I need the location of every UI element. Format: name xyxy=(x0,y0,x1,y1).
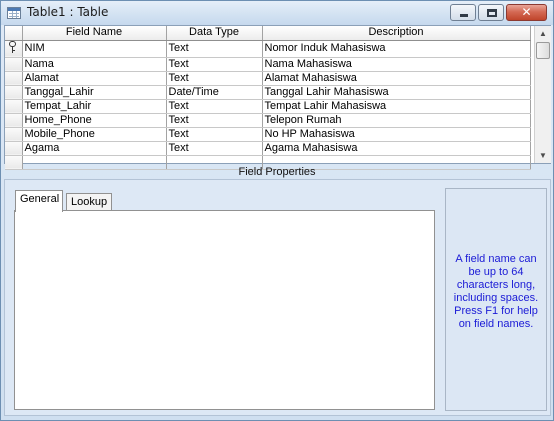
title-bar[interactable]: Table1 : Table ✕ xyxy=(1,1,553,25)
table-row[interactable]: Nama Text Nama Mahasiswa xyxy=(5,57,531,72)
scroll-down-arrow-icon[interactable]: ▼ xyxy=(535,148,551,163)
general-properties-box xyxy=(14,210,435,410)
field-properties-panel: General Lookup A field name can be up to… xyxy=(4,179,551,416)
window-title: Table1 : Table xyxy=(27,5,109,19)
data-type-cell[interactable]: Text xyxy=(166,141,263,156)
data-type-cell[interactable]: Text xyxy=(166,113,263,128)
table-icon xyxy=(7,7,21,19)
row-selector-header[interactable] xyxy=(5,26,23,41)
field-name-cell[interactable]: Tanggal_Lahir xyxy=(22,85,167,100)
field-name-cell[interactable]: Agama xyxy=(22,141,167,156)
help-text: A field name can be up to 64 characters … xyxy=(453,253,539,330)
field-properties-label: Field Properties xyxy=(238,166,316,178)
table-row[interactable]: Tanggal_Lahir Date/Time Tanggal Lahir Maha… xyxy=(5,85,531,100)
data-type-cell[interactable]: Text xyxy=(166,40,263,58)
row-selector[interactable] xyxy=(5,40,23,58)
column-header-field-name[interactable]: Field Name xyxy=(22,26,167,41)
field-design-grid: Field Name Data Type Description NIM Text… xyxy=(4,25,551,170)
maximize-icon xyxy=(487,9,497,17)
scrollbar-thumb[interactable] xyxy=(536,42,550,59)
column-header-description[interactable]: Description xyxy=(262,26,531,41)
table-row[interactable]: Tempat_Lahir Text Tempat Lahir Mahasiswa xyxy=(5,99,531,114)
close-icon: ✕ xyxy=(521,5,532,19)
row-selector[interactable] xyxy=(5,127,23,142)
close-button[interactable]: ✕ xyxy=(506,4,547,21)
description-cell[interactable]: Agama Mahasiswa xyxy=(262,141,531,156)
row-selector[interactable] xyxy=(5,113,23,128)
fields-table: Field Name Data Type Description NIM Text… xyxy=(5,26,531,170)
field-name-cell[interactable]: Home_Phone xyxy=(22,113,167,128)
maximize-button[interactable] xyxy=(478,4,504,21)
vertical-scrollbar[interactable]: ▲ ▼ xyxy=(534,26,551,163)
row-selector[interactable] xyxy=(5,141,23,156)
minimize-button[interactable] xyxy=(450,4,476,21)
data-type-cell[interactable]: Text xyxy=(166,127,263,142)
table-design-window: Table1 : Table ✕ Field Name Data Type De… xyxy=(0,0,554,421)
field-name-cell[interactable]: Nama xyxy=(22,57,167,72)
header-row: Field Name Data Type Description xyxy=(5,26,531,41)
field-name-cell[interactable]: Alamat xyxy=(22,71,167,86)
description-cell[interactable]: Telepon Rumah xyxy=(262,113,531,128)
table-row[interactable]: Mobile_Phone Text No HP Mahasiswa xyxy=(5,127,531,142)
description-cell[interactable]: Tanggal Lahir Mahasiswa xyxy=(262,85,531,100)
column-header-data-type[interactable]: Data Type xyxy=(166,26,263,41)
data-type-cell[interactable]: Text xyxy=(166,71,263,86)
tab-general[interactable]: General xyxy=(15,190,63,212)
data-type-cell[interactable]: Text xyxy=(166,57,263,72)
description-cell[interactable]: Nomor Induk Mahasiswa xyxy=(262,40,531,58)
data-type-cell[interactable]: Date/Time xyxy=(166,85,263,100)
row-selector[interactable] xyxy=(5,99,23,114)
field-name-cell[interactable]: Mobile_Phone xyxy=(22,127,167,142)
scroll-up-arrow-icon[interactable]: ▲ xyxy=(535,26,551,41)
table-row[interactable]: Alamat Text Alamat Mahasiswa xyxy=(5,71,531,86)
data-type-cell[interactable]: Text xyxy=(166,99,263,114)
table-row[interactable]: Home_Phone Text Telepon Rumah xyxy=(5,113,531,128)
row-selector[interactable] xyxy=(5,85,23,100)
row-selector[interactable] xyxy=(5,71,23,86)
help-pane: A field name can be up to 64 characters … xyxy=(445,188,547,411)
fields-table-body: NIM Text Nomor Induk Mahasiswa Nama Text Nama… xyxy=(5,40,531,170)
minimize-icon xyxy=(460,14,468,17)
row-selector[interactable] xyxy=(5,57,23,72)
description-cell[interactable]: Tempat Lahir Mahasiswa xyxy=(262,99,531,114)
table-row[interactable]: Agama Text Agama Mahasiswa xyxy=(5,141,531,156)
field-name-cell[interactable]: NIM xyxy=(22,40,167,58)
description-cell[interactable]: Nama Mahasiswa xyxy=(262,57,531,72)
field-name-cell[interactable]: Tempat_Lahir xyxy=(22,99,167,114)
primary-key-icon xyxy=(8,40,18,53)
description-cell[interactable]: No HP Mahasiswa xyxy=(262,127,531,142)
description-cell[interactable]: Alamat Mahasiswa xyxy=(262,71,531,86)
table-row[interactable]: NIM Text Nomor Induk Mahasiswa xyxy=(5,40,531,58)
